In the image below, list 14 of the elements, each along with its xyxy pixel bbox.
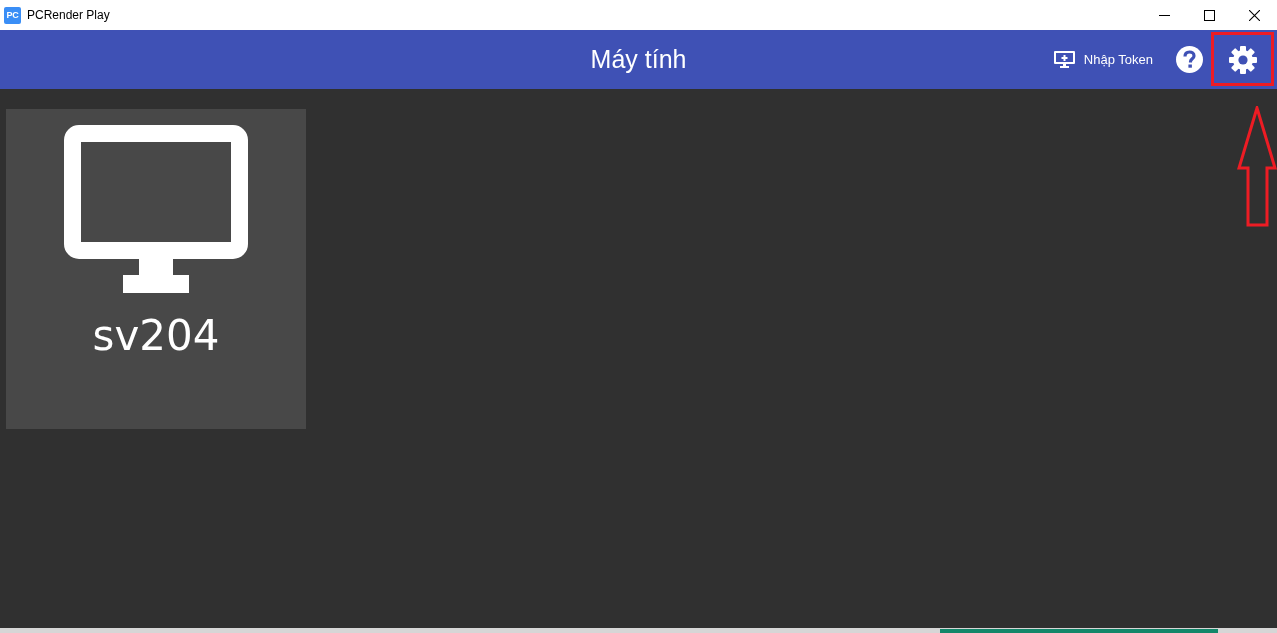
monitor-plus-icon bbox=[1053, 51, 1075, 68]
computer-card[interactable]: sv204 bbox=[6, 109, 306, 429]
help-icon bbox=[1175, 46, 1203, 73]
computer-name: sv204 bbox=[92, 315, 220, 357]
settings-icon bbox=[1229, 45, 1257, 74]
app-logo: PC bbox=[4, 6, 21, 24]
page-title: Máy tính bbox=[590, 45, 687, 74]
window-title: PCRender Play bbox=[27, 8, 110, 22]
highlight-frame bbox=[1211, 32, 1274, 86]
close-icon bbox=[1249, 9, 1260, 21]
token-button[interactable]: Nhập Token bbox=[1046, 45, 1160, 74]
monitor-icon bbox=[64, 125, 248, 293]
minimize-icon bbox=[1159, 14, 1170, 16]
maximize-icon bbox=[1204, 9, 1215, 21]
